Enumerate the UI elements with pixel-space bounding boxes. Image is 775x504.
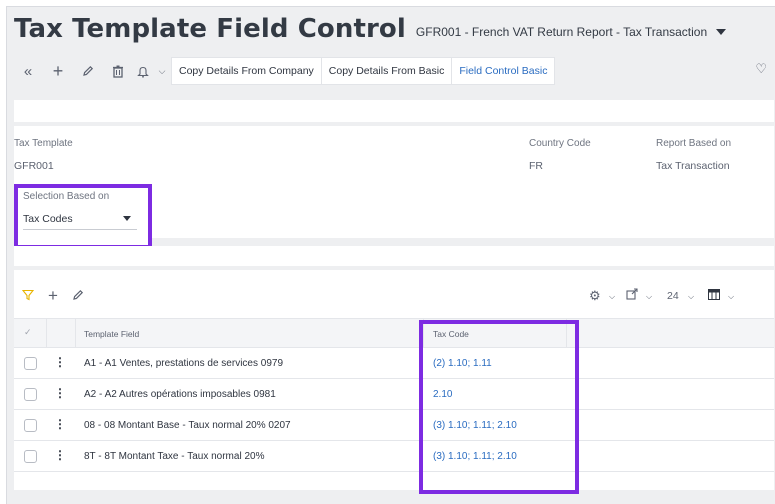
field-control-basic-button[interactable]: Field Control Basic — [451, 57, 556, 85]
title-row: Tax Template Field Control GFR001 - Fren… — [14, 14, 727, 44]
page-size-chevron-icon[interactable]: ⌵ — [688, 292, 694, 302]
command-toolbar: « + ⌵ Copy Details From Company Copy Det… — [14, 56, 556, 86]
column-layout-chevron-icon[interactable]: ⌵ — [728, 292, 734, 302]
template-field-cell: 8T - 8T Montant Taxe - Taux normal 20% — [84, 451, 265, 462]
favorite-heart-icon[interactable]: ♡ — [755, 61, 767, 77]
report-based-on-label: Report Based on — [656, 138, 732, 149]
report-based-on-value: Tax Transaction — [656, 160, 730, 172]
grid-header-strip — [14, 246, 774, 266]
template-field-grid: + ⚙ ⌵ ⌵ 24 ⌵ ⌵ ✓ Template Field Tax Code… — [14, 270, 774, 490]
settings-gear-icon[interactable]: ⚙ — [589, 288, 601, 304]
header-strip — [14, 100, 774, 122]
export-icon[interactable] — [626, 288, 638, 303]
copy-details-from-company-button[interactable]: Copy Details From Company — [171, 57, 322, 85]
page-subtitle[interactable]: GFR001 - French VAT Return Report - Tax … — [416, 25, 707, 39]
plus-icon[interactable]: + — [44, 57, 72, 85]
table-row[interactable]: ⋮ 8T - 8T Montant Taxe - Taux normal 20%… — [14, 441, 774, 472]
selection-based-on-value: Tax Codes — [23, 212, 73, 225]
selection-based-on-label: Selection Based on — [23, 191, 110, 202]
copy-details-from-basic-button[interactable]: Copy Details From Basic — [320, 57, 453, 85]
chevron-down-icon[interactable]: ⌵ — [154, 57, 170, 85]
country-code-label: Country Code — [529, 138, 591, 149]
selection-based-on-highlight: Selection Based on Tax Codes — [14, 184, 152, 249]
row-menu-icon[interactable]: ⋮ — [54, 386, 66, 400]
row-checkbox[interactable] — [24, 357, 37, 370]
pencil-icon[interactable] — [74, 57, 102, 85]
trash-icon[interactable] — [104, 57, 132, 85]
table-row[interactable]: ⋮ 08 - 08 Montant Base - Taux normal 20%… — [14, 410, 774, 441]
template-field-cell: 08 - 08 Montant Base - Taux normal 20% 0… — [84, 420, 291, 431]
template-field-cell: A2 - A2 Autres opérations imposables 098… — [84, 389, 276, 400]
row-checkbox[interactable] — [24, 450, 37, 463]
table-row[interactable]: ⋮ A1 - A1 Ventes, prestations de service… — [14, 348, 774, 379]
select-all-check-icon[interactable]: ✓ — [24, 327, 32, 338]
row-menu-icon[interactable]: ⋮ — [54, 417, 66, 431]
country-code-value: FR — [529, 160, 543, 172]
template-field-header[interactable]: Template Field — [84, 329, 139, 339]
record-selector-chevron-icon[interactable] — [716, 29, 727, 35]
export-chevron-icon[interactable]: ⌵ — [646, 292, 652, 302]
tax-template-label: Tax Template — [14, 138, 73, 149]
grid-add-icon[interactable]: + — [48, 286, 58, 306]
page-title: Tax Template Field Control — [14, 14, 406, 44]
filter-icon[interactable] — [21, 288, 35, 304]
grid-column-header: ✓ Template Field Tax Code — [14, 318, 774, 348]
dropdown-caret-icon — [123, 216, 131, 221]
collapse-icon[interactable]: « — [14, 57, 42, 85]
row-menu-icon[interactable]: ⋮ — [54, 448, 66, 462]
grid-toolbar: + ⚙ ⌵ ⌵ 24 ⌵ ⌵ — [14, 286, 774, 310]
row-checkbox[interactable] — [24, 419, 37, 432]
grid-edit-icon[interactable] — [72, 288, 84, 304]
tax-template-value: GFR001 — [14, 160, 54, 172]
column-layout-icon[interactable] — [708, 289, 720, 303]
tax-code-column-highlight — [419, 320, 579, 494]
row-checkbox[interactable] — [24, 388, 37, 401]
row-menu-icon[interactable]: ⋮ — [54, 355, 66, 369]
settings-chevron-icon[interactable]: ⌵ — [609, 292, 615, 302]
page-size-value[interactable]: 24 — [667, 290, 679, 302]
column-separator — [75, 319, 76, 347]
template-field-cell: A1 - A1 Ventes, prestations de services … — [84, 358, 284, 369]
selection-based-on-dropdown[interactable]: Tax Codes — [23, 208, 137, 230]
column-separator — [46, 319, 47, 347]
table-row[interactable]: ⋮ A2 - A2 Autres opérations imposables 0… — [14, 379, 774, 410]
bell-icon[interactable] — [134, 57, 152, 85]
